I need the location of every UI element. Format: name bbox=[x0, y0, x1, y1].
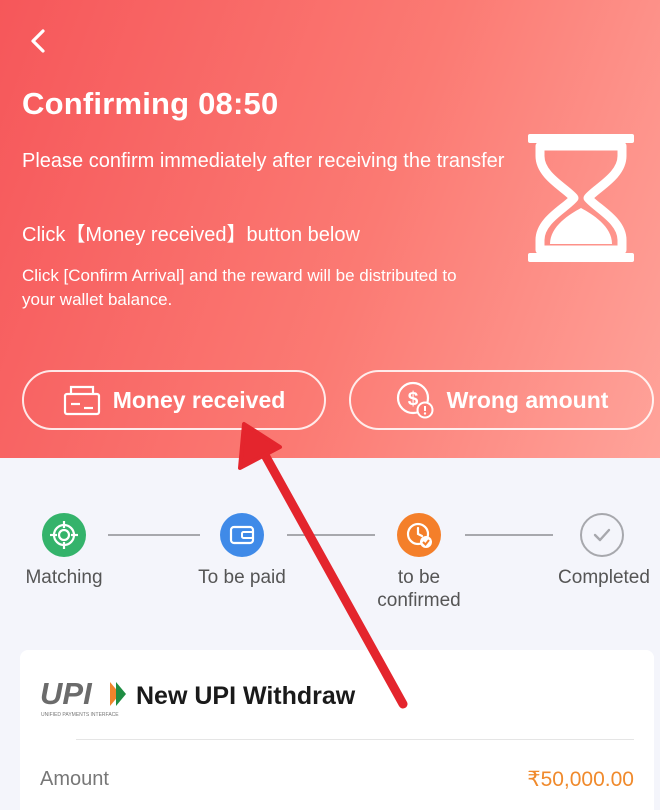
clock-check-icon bbox=[397, 513, 441, 557]
check-circle-icon bbox=[580, 513, 624, 557]
amount-value: ₹50,000.00 bbox=[527, 768, 634, 791]
instruction-text: Please confirm immediately after receivi… bbox=[22, 150, 505, 172]
upi-logo: UPI UNIFIED PAYMENTS INTERFACE bbox=[40, 676, 126, 718]
wrong-amount-label: Wrong amount bbox=[446, 386, 609, 413]
wallet-icon bbox=[220, 513, 264, 557]
step-connector bbox=[108, 534, 200, 536]
step-connector bbox=[465, 534, 553, 536]
step-label-to-be-paid: To be paid bbox=[198, 567, 286, 588]
upi-logo-text: UPI bbox=[40, 676, 93, 711]
money-received-label: Money received bbox=[112, 386, 286, 413]
page-title: Confirming 08:50 bbox=[22, 86, 279, 121]
withdraw-card: UPI UNIFIED PAYMENTS INTERFACE New UPI W… bbox=[20, 650, 654, 810]
chevron-left-icon bbox=[31, 29, 45, 53]
target-icon bbox=[42, 513, 86, 557]
confirmation-header: Confirming 08:50 Please confirm immediat… bbox=[0, 0, 660, 458]
wrong-amount-button[interactable]: $ Wrong amount bbox=[349, 370, 654, 430]
amount-label: Amount bbox=[40, 768, 109, 790]
svg-text:$: $ bbox=[407, 389, 418, 410]
upi-logo-subtext: UNIFIED PAYMENTS INTERFACE bbox=[41, 712, 119, 718]
step-label-completed: Completed bbox=[558, 567, 650, 588]
back-button[interactable] bbox=[24, 26, 54, 56]
step-label-matching: Matching bbox=[25, 567, 103, 588]
money-received-button[interactable]: Money received bbox=[22, 370, 326, 430]
withdraw-title: New UPI Withdraw bbox=[136, 682, 356, 710]
progress-steps: Matching To be paid to be confirmed Comp… bbox=[0, 500, 660, 620]
hourglass-icon bbox=[528, 134, 634, 262]
card-divider bbox=[76, 739, 634, 740]
dollar-warning-icon: $ bbox=[396, 381, 434, 419]
cash-icon bbox=[63, 385, 100, 416]
step-label-to-be-confirmed: to be confirmed bbox=[377, 567, 461, 611]
instruction-button-hint: Click【Money received】button below bbox=[22, 224, 360, 246]
step-connector bbox=[287, 534, 375, 536]
reward-note: Click [Confirm Arrival] and the reward w… bbox=[22, 266, 457, 309]
